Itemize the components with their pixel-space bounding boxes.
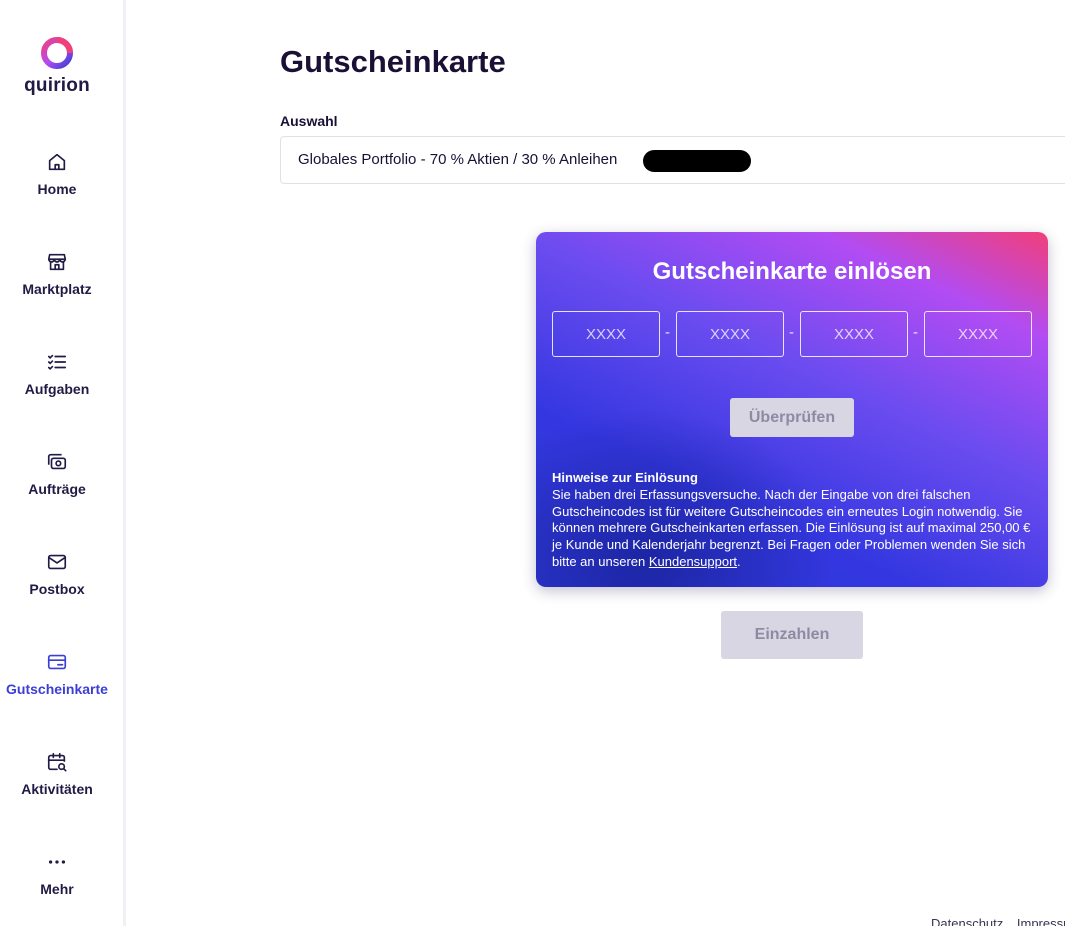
sidebar-item-label: Marktplatz	[22, 281, 92, 297]
footer: Datenschutz Impressum	[931, 916, 1065, 926]
customer-support-link[interactable]: Kundensupport	[649, 554, 737, 569]
voucher-code-input-2[interactable]	[676, 311, 784, 357]
voucher-code-input-4[interactable]	[924, 311, 1032, 357]
sidebar-item-aufgaben[interactable]: Aufgaben	[0, 351, 114, 397]
footer-imprint-link[interactable]: Impressum	[1017, 916, 1065, 926]
sidebar-item-postbox[interactable]: Postbox	[0, 551, 114, 597]
sidebar-item-label: Aufgaben	[24, 381, 90, 397]
redemption-notes-title: Hinweise zur Einlösung	[552, 470, 698, 485]
voucher-card-title: Gutscheinkarte einlösen	[652, 258, 932, 285]
sidebar: quirion Home Marktplatz Aufgaben Aufträg…	[0, 0, 126, 926]
redaction-mark	[643, 150, 751, 172]
sidebar-item-label: Home	[37, 181, 77, 197]
more-dots-icon	[48, 860, 66, 864]
voucher-redeem-card: Gutscheinkarte einlösen - - - Überprüfen…	[536, 232, 1048, 587]
portfolio-select-value: Globales Portfolio - 70 % Aktien / 30 % …	[298, 151, 618, 168]
calendar-search-icon	[47, 752, 67, 772]
redemption-notes-end: .	[737, 553, 741, 569]
check-voucher-button[interactable]: Überprüfen	[730, 398, 854, 437]
redemption-notes: Hinweise zur Einlösung Sie haben drei Er…	[552, 470, 1038, 571]
sidebar-item-label: Gutscheinkarte	[6, 681, 108, 697]
sidebar-item-label: Mehr	[40, 881, 74, 897]
brand-logo[interactable]: quirion	[0, 36, 114, 97]
voucher-code-input-3[interactable]	[800, 311, 908, 357]
sidebar-item-label: Aufträge	[28, 481, 86, 497]
checklist-icon	[47, 354, 67, 371]
brand-name: quirion	[24, 75, 90, 96]
voucher-code-input-1[interactable]	[552, 311, 660, 357]
sidebar-item-label: Postbox	[29, 581, 85, 597]
footer-privacy-link[interactable]: Datenschutz	[931, 916, 1003, 926]
store-icon	[47, 253, 67, 271]
code-separator: -	[913, 324, 918, 341]
money-icon	[47, 453, 67, 470]
code-separator: -	[789, 324, 794, 341]
page-title: Gutscheinkarte	[280, 44, 506, 79]
portfolio-select[interactable]: Globales Portfolio - 70 % Aktien / 30 % …	[280, 136, 1065, 184]
quirion-logo-icon	[41, 37, 73, 69]
code-separator: -	[665, 324, 670, 341]
sidebar-item-mehr[interactable]: Mehr	[0, 851, 114, 897]
sidebar-item-home[interactable]: Home	[0, 151, 114, 197]
sidebar-item-auftraege[interactable]: Aufträge	[0, 451, 114, 497]
sidebar-item-label: Aktivitäten	[21, 781, 93, 797]
sidebar-item-gutscheinkarte[interactable]: Gutscheinkarte	[0, 651, 114, 697]
portfolio-select-label: Auswahl	[280, 113, 338, 129]
sidebar-item-marktplatz[interactable]: Marktplatz	[0, 251, 114, 297]
deposit-button[interactable]: Einzahlen	[721, 611, 863, 659]
sidebar-item-aktivitaeten[interactable]: Aktivitäten	[0, 751, 114, 797]
redemption-notes-text: Sie haben drei Erfassungsversuche. Nach …	[552, 486, 1031, 569]
mail-icon	[47, 554, 67, 570]
voucher-card-icon	[47, 654, 67, 670]
home-icon	[48, 153, 66, 171]
